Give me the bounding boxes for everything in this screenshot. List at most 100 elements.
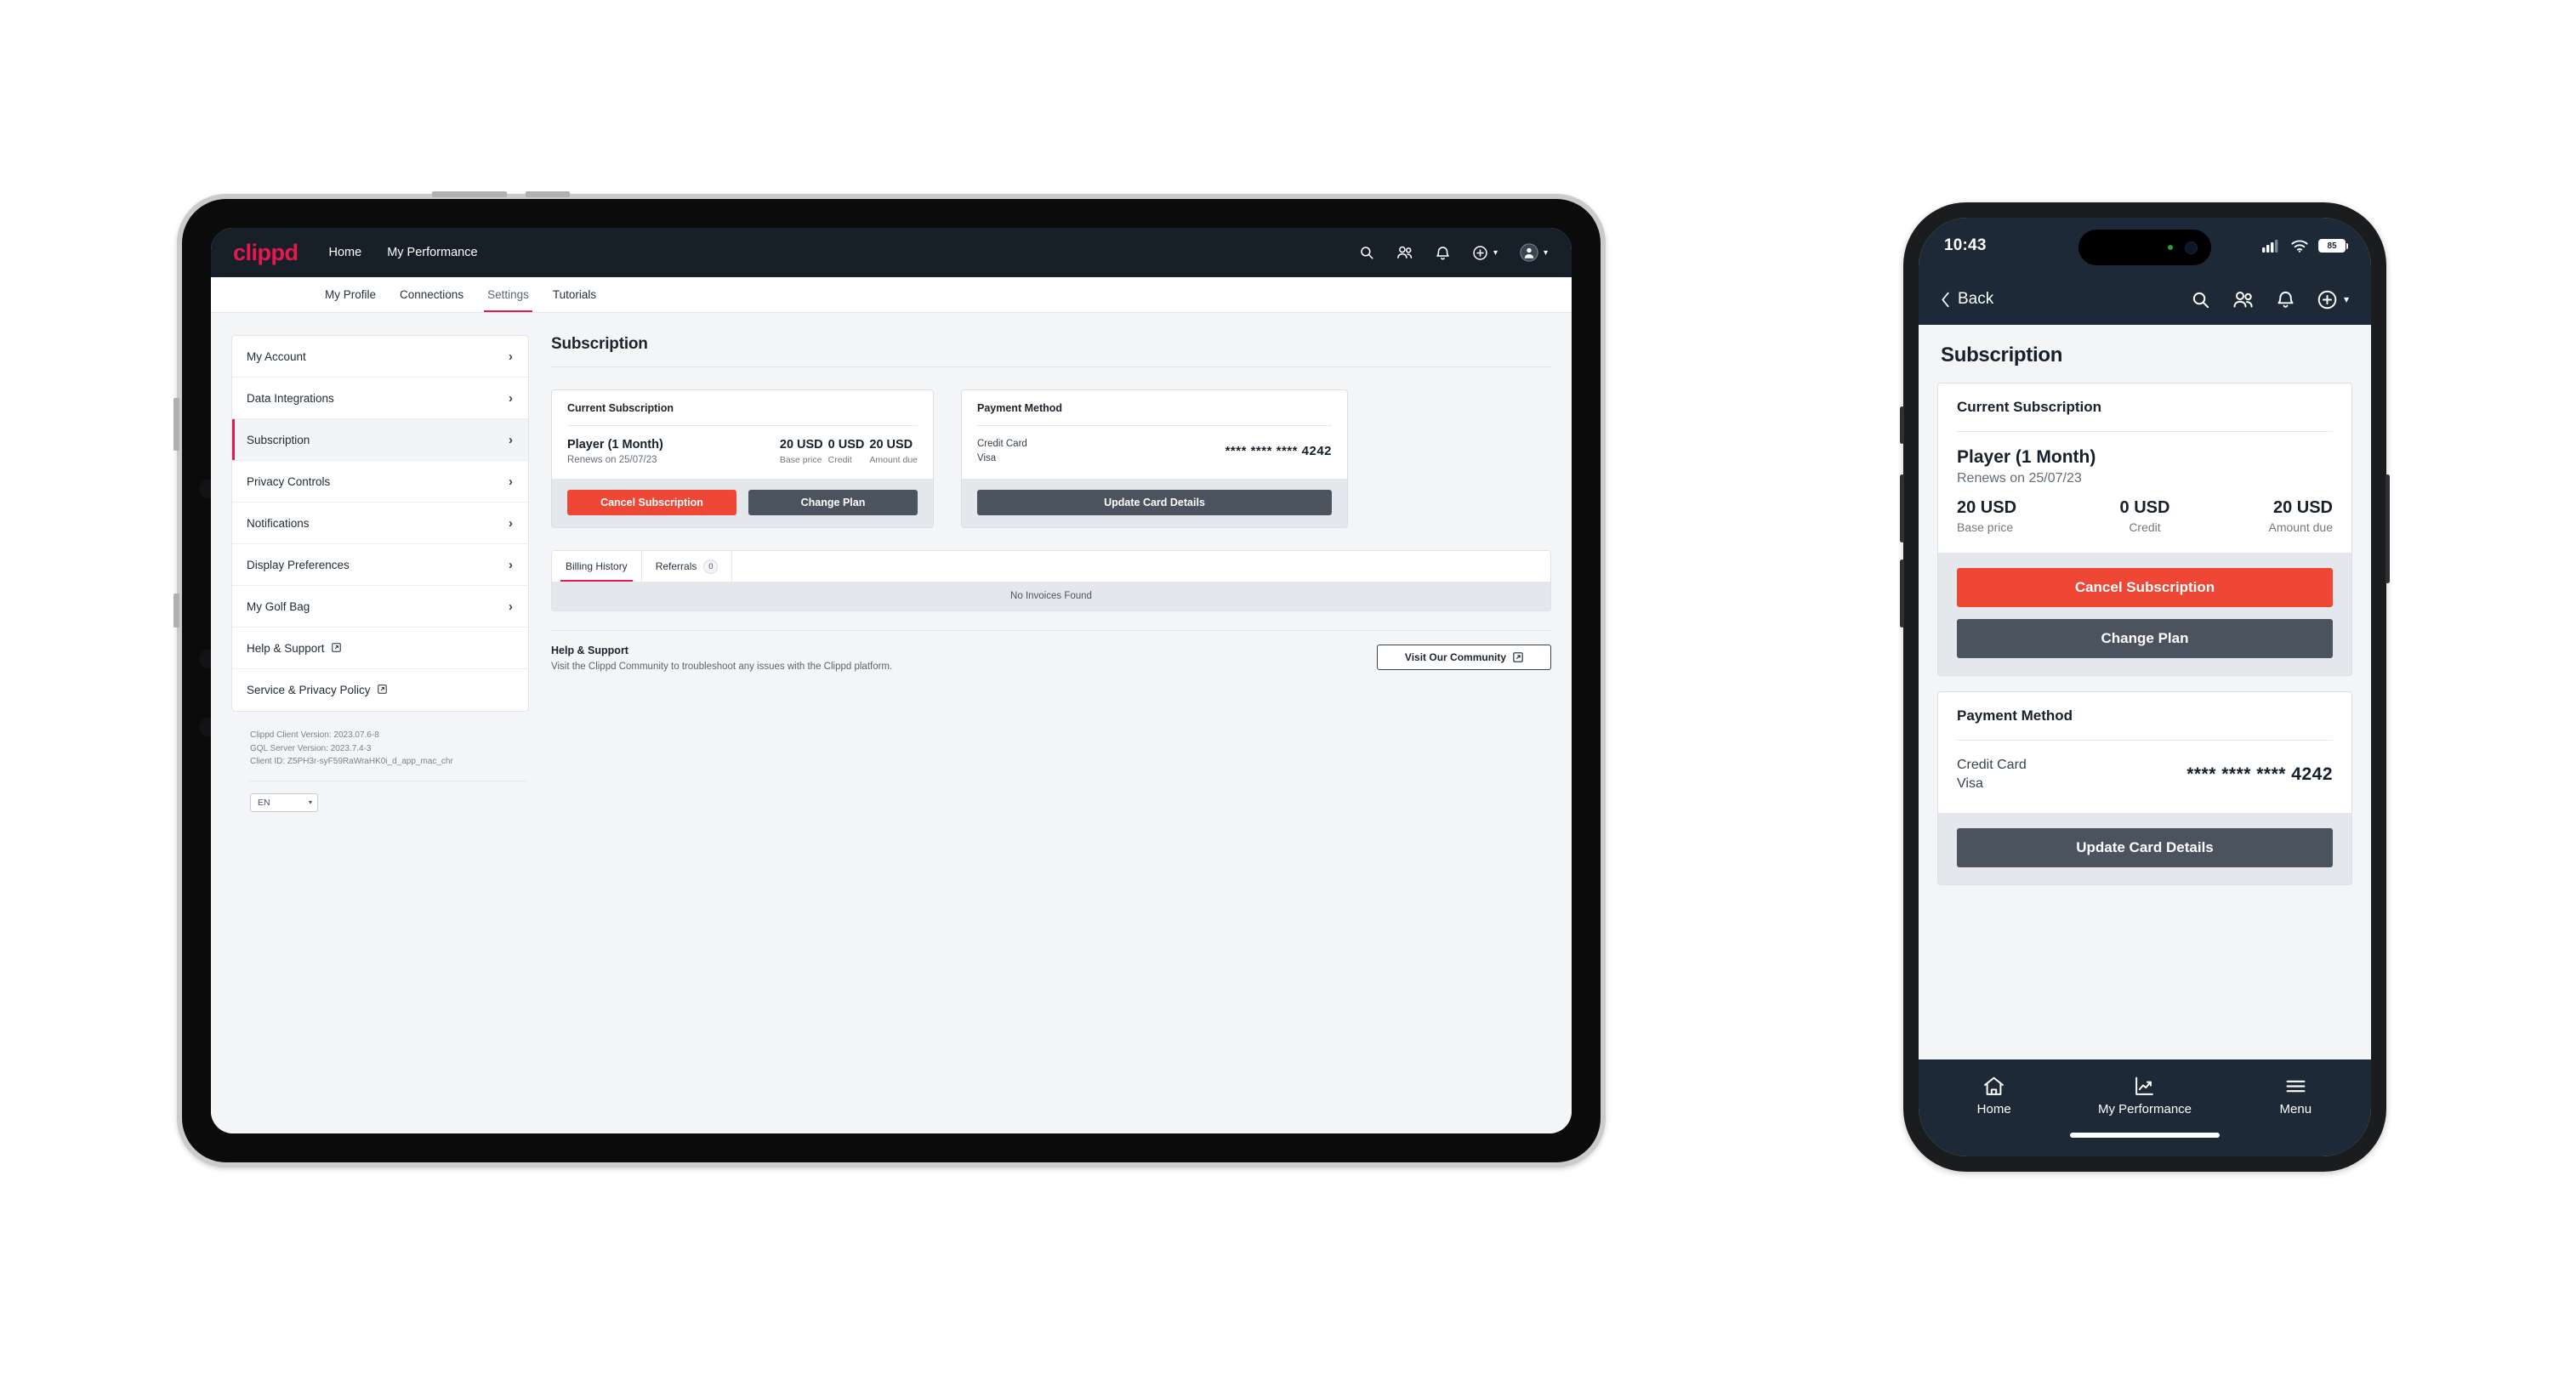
tab-tutorials[interactable]: Tutorials [541,277,608,312]
dynamic-island [2078,230,2211,265]
sidebar-item-notifications[interactable]: Notifications › [232,503,528,544]
cancel-subscription-button[interactable]: Cancel Subscription [567,490,736,515]
payment-method-card: Payment Method Credit Card Visa **** ***… [961,389,1348,529]
sidebar-item-subscription[interactable]: Subscription › [232,419,528,461]
phone-title-bar: Subscription [1919,325,2371,383]
current-subscription-card-body: Current Subscription Player (1 Month) Re… [552,390,933,479]
server-version: GQL Server Version: 2023.7.4-3 [250,743,372,753]
external-link-icon [1513,652,1523,663]
avatar-icon[interactable]: ▾ [1520,243,1548,262]
update-card-details-button[interactable]: Update Card Details [1957,827,2333,867]
nav-link-home[interactable]: Home [329,246,362,259]
chevron-down-icon: ▾ [2343,293,2349,305]
tab-billing-history[interactable]: Billing History [552,551,642,582]
amount-value: 20 USD [779,438,823,452]
plan-renewal: Renews on 25/07/23 [567,455,657,465]
plus-circle-icon[interactable]: ▾ [2317,289,2349,310]
phone-navigation-bar: Back ▾ [1919,274,2371,325]
hamburger-icon [2284,1076,2307,1097]
phone-nav-icons: ▾ [2191,289,2349,310]
chart-icon [2133,1076,2156,1097]
screenshot-stage: clippd Home My Performance ▾ ▾ My Profil… [0,0,2576,1386]
sidebar-item-my-golf-bag[interactable]: My Golf Bag › [232,586,528,628]
nav-link-my-performance[interactable]: My Performance [387,246,477,259]
version-info-block: Clippd Client Version: 2023.07.6-8 GQL S… [231,712,529,812]
search-icon[interactable] [1359,245,1374,260]
visit-community-button[interactable]: Visit Our Community [1377,645,1551,671]
chevron-right-icon: › [509,432,513,447]
tab-connections[interactable]: Connections [388,277,475,312]
phone-screen: 10:43 85 Back ▾ Subscription Current Sub… [1919,218,2371,1156]
search-icon[interactable] [2191,290,2210,310]
plus-circle-icon[interactable]: ▾ [1472,245,1498,261]
sidebar-item-privacy-controls[interactable]: Privacy Controls › [232,461,528,503]
sidebar-item-label: Subscription [247,433,310,446]
back-button[interactable]: Back [1941,290,1993,309]
people-icon[interactable] [1396,245,1413,260]
phone-status-bar: 10:43 85 [1919,218,2371,274]
phone-content: Current Subscription Player (1 Month) Re… [1919,383,2371,1059]
tab-settings[interactable]: Settings [475,277,541,312]
sidebar-item-label: Notifications [247,516,310,530]
tablet-body: My Account › Data Integrations › Subscri… [211,313,1572,1133]
plan-info: Player (1 Month) Renews on 25/07/23 [567,438,775,465]
plan-renewal: Renews on 25/07/23 [1957,471,2082,486]
status-indicators: 85 [2262,239,2348,253]
sidebar-item-data-integrations[interactable]: Data Integrations › [232,378,528,419]
tab-referrals[interactable]: Referrals 0 [642,551,733,582]
billing-history-section: Billing History Referrals 0 No Invoices … [551,550,1551,612]
card-divider [1957,740,2333,741]
bell-icon[interactable] [2277,289,2295,310]
chevron-down-icon: ▾ [1493,247,1498,258]
bottom-nav-home[interactable]: Home [1919,1076,2069,1116]
amount-label: Amount due [2268,520,2333,534]
sidebar-item-my-account[interactable]: My Account › [232,336,528,378]
cancel-subscription-button[interactable]: Cancel Subscription [1957,568,2333,607]
tablet-top-navigation: clippd Home My Performance ▾ ▾ [211,228,1572,277]
change-plan-button[interactable]: Change Plan [1957,619,2333,658]
chevron-right-icon: › [509,349,513,364]
language-select-value: EN [258,797,270,808]
phone-mute-switch [1900,406,1904,444]
amount-label: Base price [1957,520,2014,534]
update-card-details-button[interactable]: Update Card Details [977,490,1332,516]
sidebar-item-label: Help & Support [247,641,325,655]
sidebar-item-label: My Golf Bag [247,599,310,613]
amount-credit: 0 USD Credit [823,438,865,465]
amount-value: 20 USD [2272,498,2333,517]
card-title: Payment Method [1957,707,2073,724]
payment-details: Credit Card Visa **** **** **** 4242 [1957,756,2333,794]
language-select[interactable]: EN ▾ [250,792,318,812]
tab-my-profile[interactable]: My Profile [313,277,388,312]
tablet-top-button-1 [432,191,507,197]
sidebar-item-label-wrap: Help & Support [247,641,342,655]
change-plan-button[interactable]: Change Plan [748,490,918,515]
amount-value: 20 USD [1957,498,2017,517]
card-title: Payment Method [977,402,1063,414]
chevron-right-icon: › [509,474,513,489]
payment-network: Visa [1957,776,1983,792]
chevron-left-icon [1941,292,1950,308]
bottom-nav-label: My Performance [2097,1102,2192,1116]
sidebar-item-display-preferences[interactable]: Display Preferences › [232,544,528,586]
payment-type-block: Credit Card Visa [977,437,1027,465]
home-indicator[interactable] [2070,1133,2220,1138]
current-subscription-card: Current Subscription Player (1 Month) Re… [551,389,934,529]
battery-indicator: 85 [2318,239,2348,253]
sidebar-item-service-privacy-policy[interactable]: Service & Privacy Policy [232,669,528,711]
amount-label: Base price [779,455,822,465]
sidebar-item-label: Privacy Controls [247,474,331,488]
card-number: **** **** **** 4242 [2186,764,2333,785]
sidebar-item-help-support[interactable]: Help & Support [232,628,528,669]
payment-type: Credit Card [977,439,1027,449]
bottom-nav-menu[interactable]: Menu [2221,1076,2371,1116]
phone-power-button [2386,474,2390,583]
people-icon[interactable] [2232,290,2255,310]
subscription-amounts: 20 USD Base price 0 USD Credit 20 USD Am… [1957,498,2333,534]
payment-network: Visa [977,452,997,463]
clippd-logo[interactable]: clippd [233,240,299,266]
bottom-nav-my-performance[interactable]: My Performance [2069,1076,2220,1116]
bell-icon[interactable] [1436,245,1450,261]
page-title: Subscription [1941,344,2063,366]
phone-bottom-navigation: Home My Performance Menu [1919,1059,2371,1133]
